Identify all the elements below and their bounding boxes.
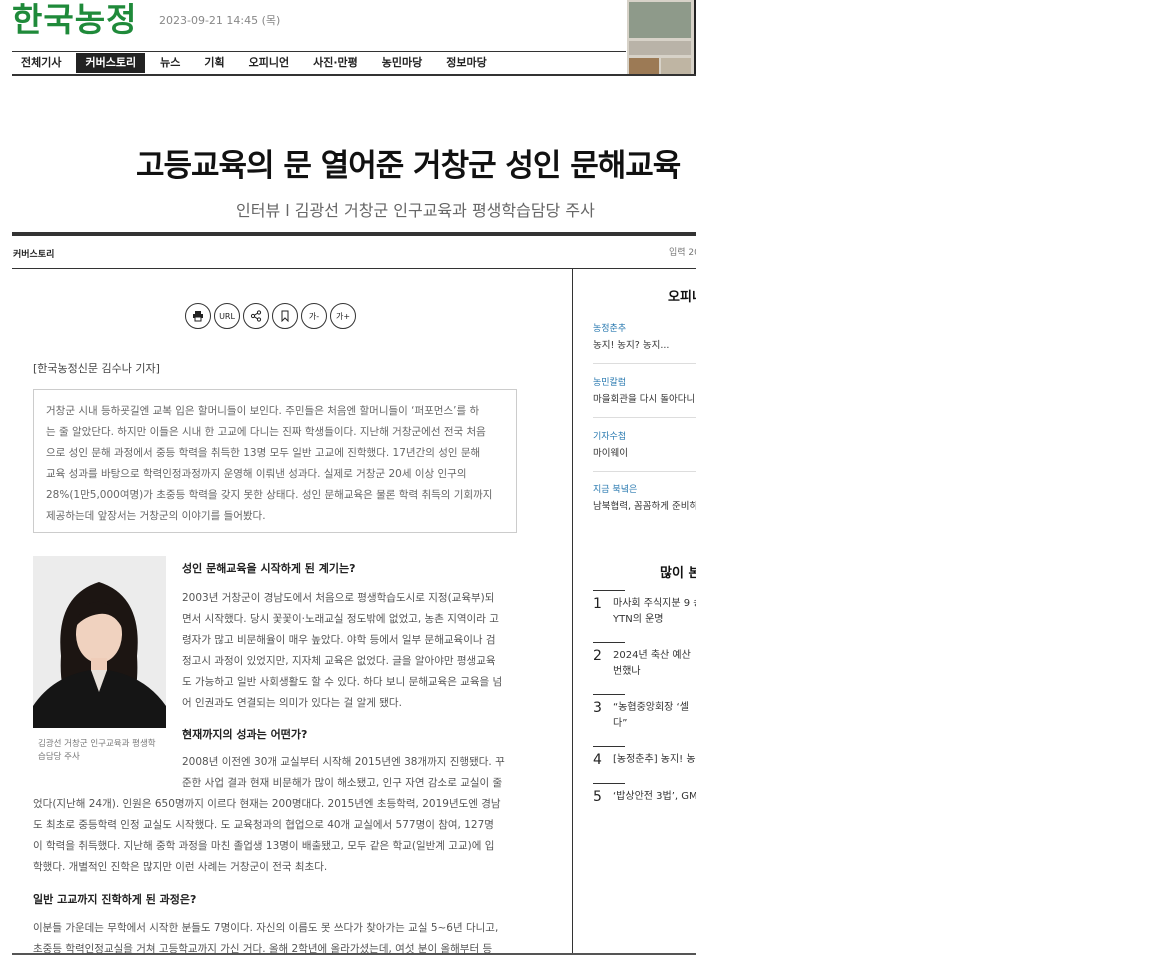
text-line: 거창군 시내 등하굣길엔 교복 입은 할머니들이 보인다. 주민들은 처음엔 할…: [46, 405, 480, 417]
column-divider: [572, 269, 573, 955]
header-datetime: 2023-09-21 14:45 (목): [159, 14, 281, 27]
nav-item[interactable]: 사진·만평: [304, 53, 367, 73]
popular-item[interactable]: 2024년 축산 예산 번했나: [613, 648, 696, 680]
opinion-category[interactable]: 지금 북녘은: [593, 482, 637, 495]
text-line: 2008년 이전엔 30개 교실부터 시작해 2015년엔 38개까지 진행됐다…: [182, 756, 505, 768]
share-button[interactable]: [243, 303, 269, 329]
article-tools: URL 가- 가+: [185, 303, 356, 329]
text-line: 2003년 거창군이 경남도에서 처음으로 평생학습도시로 지정(교육부)되: [182, 592, 495, 604]
text-line: 도 가능하고 일반 사회생활도 할 수 있다. 하다 보니 문해교육은 교육을 …: [182, 676, 503, 688]
interviewee-photo: [33, 556, 166, 728]
nav-item[interactable]: 전체기사: [12, 53, 70, 73]
section-label[interactable]: 커버스토리: [13, 247, 54, 260]
article-headline: 고등교육의 문 열어준 거창군 성인 문해교육: [136, 148, 681, 184]
share-icon: [250, 310, 262, 322]
nav-item[interactable]: 커버스토리: [76, 53, 146, 73]
headline-rule: [12, 232, 696, 236]
opinion-separator: [593, 417, 696, 418]
opinion-title: 오피니: [668, 290, 696, 305]
photo-caption: 김광선 거창군 인구교육과 평생학습담당 주사: [38, 739, 156, 762]
text-line: 이분들 가운데는 무학에서 시작한 분들도 7명이다. 자신의 이름도 못 쓰다…: [33, 922, 499, 934]
opinion-category[interactable]: 농정춘추: [593, 321, 626, 334]
print-button[interactable]: [185, 303, 211, 329]
text-line: 어 인권과도 연결되는 의미가 있다는 걸 알게 됐다.: [182, 697, 402, 709]
bookmark-icon: [281, 310, 289, 322]
popular-item[interactable]: ‘밥상안전 3법’, GM: [613, 789, 696, 805]
text-line: 정고시 과정이 있었지만, 지자체 교육은 없었다. 글을 알아야만 평생교육: [182, 655, 496, 667]
lead-summary-box: 거창군 시내 등하굣길엔 교복 입은 할머니들이 보인다. 주민들은 처음엔 할…: [33, 389, 517, 533]
opinion-separator: [593, 471, 696, 472]
popular-title: 많이 본: [660, 566, 696, 581]
text-line: 었다(지난해 24개). 인원은 650명까지 이르다 현재는 200명대다. …: [33, 798, 501, 810]
opinion-category[interactable]: 농민칼럼: [593, 375, 626, 388]
nav-item[interactable]: 기획: [195, 53, 233, 73]
newspaper-thumbnail[interactable]: [627, 0, 696, 76]
reporter-byline: [한국농정신문 김수나 기자]: [33, 362, 160, 375]
text-line: 으로 성인 문해 과정에서 중등 학력을 취득한 13명 모두 일반 고교에 진…: [46, 447, 481, 459]
question-3: 일반 고교까지 진학하게 된 과정은?: [33, 893, 197, 906]
bookmark-button[interactable]: [272, 303, 298, 329]
input-date: 입력 20: [669, 248, 696, 258]
opinion-item-title[interactable]: 농지! 농지? 농지...: [593, 337, 669, 351]
nav-item[interactable]: 정보마당: [437, 53, 495, 73]
nav-item[interactable]: 오피니언: [240, 53, 298, 73]
site-logo[interactable]: 한국농정: [12, 0, 137, 40]
text-line: 도 최초로 중등학력 인정 교실도 시작했다. 도 교육청과의 협업으로 40개…: [33, 819, 494, 831]
nav-item[interactable]: 농민마당: [373, 53, 431, 73]
nav-item[interactable]: 뉴스: [151, 53, 189, 73]
text-line: 교육 성과를 바탕으로 학력인정과정까지 운영해 이뤄낸 성과다. 실제로 거창…: [46, 468, 467, 480]
answer-1: 2003년 거창군이 경남도에서 처음으로 평생학습도시로 지정(교육부)되면서…: [182, 588, 522, 714]
popular-item[interactable]: [농정춘추] 농지! 농: [613, 752, 696, 768]
answer-2-top: 2008년 이전엔 30개 교실부터 시작해 2015년엔 38개까지 진행됐다…: [182, 752, 522, 794]
info-rule: [12, 268, 696, 269]
text-line: 면서 시작했다. 당시 꽃꽃이·노래교실 정도밖에 없었고, 농촌 지역이라 고: [182, 613, 499, 625]
url-button[interactable]: URL: [214, 303, 240, 329]
text-line: 준한 사업 결과 현재 비문해가 많이 해소됐고, 인구 자연 감소로 교실이 …: [182, 777, 503, 789]
popular-rank: 4: [593, 752, 602, 768]
text-line: 이 학력을 취득했다. 지난해 중학 과정을 마친 졸업생 13명이 배출됐고,…: [33, 840, 495, 852]
popular-rank: 2: [593, 648, 602, 664]
popular-item[interactable]: “농협중앙회장 ‘셀 다”: [613, 700, 696, 732]
text-line: 28%(1만5,000여명)가 초중등 학력을 갖지 못한 상태다. 성인 문해…: [46, 489, 493, 501]
answer-3: 이분들 가운데는 무학에서 시작한 분들도 7명이다. 자신의 이름도 못 쓰다…: [33, 918, 523, 955]
popular-rule: [593, 746, 625, 747]
text-line: 제공하는데 앞장서는 거창군의 이야기를 들어봤다.: [46, 510, 266, 522]
popular-rank: 1: [593, 596, 602, 612]
article-subhead: 인터뷰 l 김광선 거창군 인구교육과 평생학습담당 주사: [236, 201, 595, 220]
main-nav: 전체기사 커버스토리 뉴스 기획 오피니언 사진·만평 농민마당 정보마당: [12, 52, 502, 74]
print-icon: [193, 311, 203, 322]
question-2: 현재까지의 성과는 어떤가?: [182, 728, 308, 741]
opinion-separator: [593, 363, 696, 364]
font-increase-button[interactable]: 가+: [330, 303, 356, 329]
popular-rank: 3: [593, 700, 602, 716]
opinion-category[interactable]: 기자수첩: [593, 429, 626, 442]
article-page: 한국농정 2023-09-21 14:45 (목) 전체기사 커버스토리 뉴스 기획 오…: [0, 0, 696, 955]
popular-rule: [593, 783, 625, 784]
opinion-item-title[interactable]: 마을회관을 다시 돌아다니: [593, 391, 695, 405]
popular-item[interactable]: 마사회 주식지분 9 송 YTN의 운명: [613, 596, 696, 628]
text-line: 학했다. 개별적인 진학은 많지만 이런 사례는 거창군이 전국 최초다.: [33, 861, 328, 873]
popular-rule: [593, 694, 625, 695]
text-line: 령자가 많고 비문해율이 매우 높았다. 야학 등에서 일부 문해교육이나 검: [182, 634, 496, 646]
opinion-item-title[interactable]: 남북협력, 꼼꼼하게 준비하: [593, 498, 696, 512]
font-decrease-button[interactable]: 가-: [301, 303, 327, 329]
popular-rule: [593, 642, 625, 643]
popular-rule: [593, 590, 625, 591]
question-1: 성인 문해교육을 시작하게 된 계기는?: [182, 562, 356, 575]
popular-rank: 5: [593, 789, 602, 805]
text-line: 는 줄 알았단다. 하지만 이들은 시내 한 고교에 다니는 진짜 학생들이다.…: [46, 426, 486, 438]
opinion-item-title[interactable]: 마이웨이: [593, 445, 628, 459]
answer-2-rest: 었다(지난해 24개). 인원은 650명까지 이르다 현재는 200명대다. …: [33, 794, 523, 878]
nav-bottom-rule: [12, 74, 696, 76]
